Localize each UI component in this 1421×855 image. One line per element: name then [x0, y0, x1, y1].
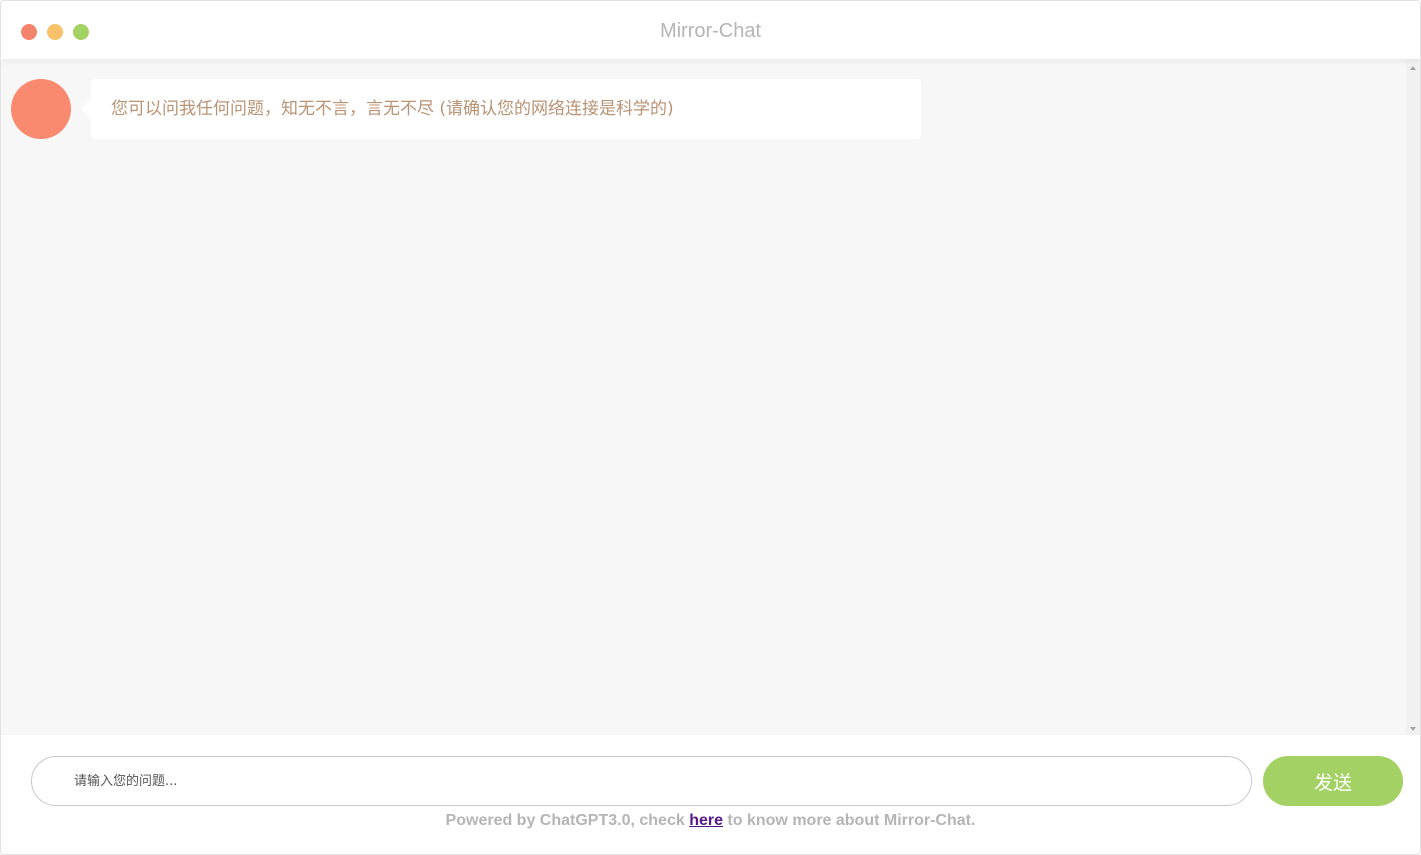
message-bubble: 您可以问我任何问题，知无不言，言无不尽 (请确认您的网络连接是科学的) [81, 79, 921, 139]
app-window: Mirror-Chat 您可以问我任何问题，知无不言，言无不尽 (请确认您的网络… [0, 0, 1421, 855]
scroll-up-arrow-icon[interactable] [1410, 66, 1416, 70]
footer-credits: Powered by ChatGPT3.0, check here to kno… [1, 812, 1420, 830]
composer-bar: 发送 Powered by ChatGPT3.0, check here to … [1, 735, 1420, 854]
footer-here-link[interactable]: here [689, 812, 723, 829]
footer-suffix: to know more about Mirror-Chat. [722, 812, 976, 829]
title-bar[interactable]: Mirror-Chat [1, 1, 1420, 59]
message-text: 您可以问我任何问题，知无不言，言无不尽 (请确认您的网络连接是科学的) [111, 99, 674, 119]
window-title: Mirror-Chat [659, 20, 762, 42]
bot-avatar [11, 79, 71, 139]
chat-message-area[interactable]: 您可以问我任何问题，知无不言，言无不尽 (请确认您的网络连接是科学的) [1, 59, 1406, 735]
send-button[interactable]: 发送 [1263, 756, 1403, 806]
scroll-down-arrow-icon[interactable] [1410, 727, 1416, 731]
question-input[interactable] [31, 756, 1252, 806]
bubble-pointer [81, 99, 91, 119]
chat-scrollbar[interactable] [1406, 59, 1420, 735]
footer-prefix: Powered by ChatGPT3.0, check [445, 812, 690, 829]
